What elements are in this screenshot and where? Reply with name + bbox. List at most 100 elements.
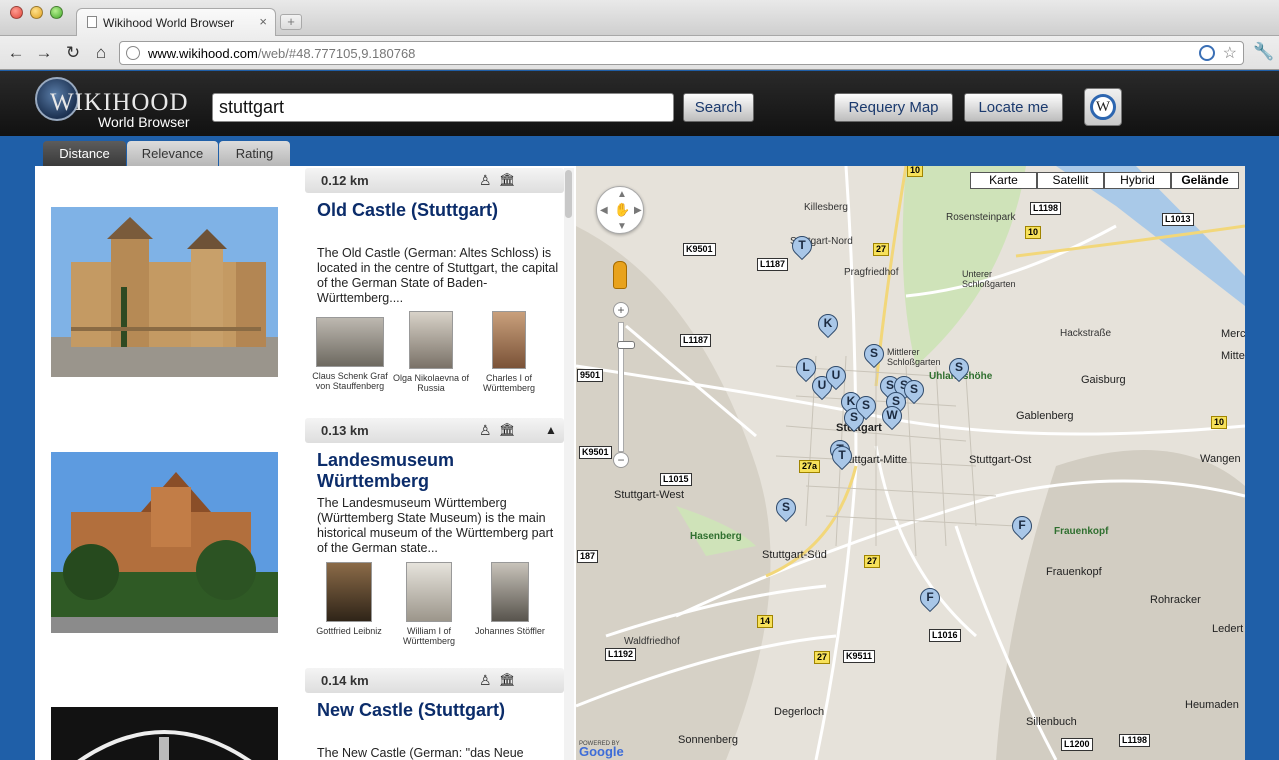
- minimize-window-icon[interactable]: [30, 6, 43, 19]
- pan-left-icon[interactable]: ◀: [600, 205, 608, 216]
- locate-me-button[interactable]: Locate me: [964, 93, 1063, 122]
- requery-map-button[interactable]: Requery Map: [834, 93, 953, 122]
- result-thumbnail[interactable]: [51, 452, 278, 633]
- map-marker[interactable]: F: [1007, 511, 1037, 542]
- google-logo[interactable]: Google: [579, 744, 624, 759]
- related-person[interactable]: Gottfried Leibniz: [309, 562, 389, 636]
- pan-right-icon[interactable]: ▶: [634, 205, 642, 216]
- related-person[interactable]: William I of Württemberg: [389, 562, 469, 646]
- person-icon[interactable]: ♙: [479, 172, 492, 189]
- map-label: Hackstraße: [1060, 328, 1112, 339]
- tab-rating[interactable]: Rating: [219, 141, 290, 166]
- road-shield: 10: [1025, 226, 1042, 239]
- home-icon[interactable]: ⌂: [90, 42, 112, 64]
- related-person[interactable]: Charles I of Württemberg: [469, 311, 549, 393]
- mountain-icon[interactable]: ▲: [545, 423, 557, 437]
- logo-subtitle: World Browser: [98, 114, 190, 130]
- zoom-thumb[interactable]: [617, 341, 635, 349]
- related-person[interactable]: Claus Schenk Graf von Stauffenberg: [310, 317, 390, 391]
- reload-icon[interactable]: ↻: [62, 42, 84, 64]
- tab-distance[interactable]: Distance: [43, 141, 126, 166]
- address-bar[interactable]: www.wikihood.com/web/#48.777105,9.180768…: [119, 41, 1244, 65]
- distance-bar: 0.13 km ♙ 🏛 ▲: [305, 418, 564, 443]
- museum-icon[interactable]: 🏛: [499, 422, 516, 438]
- map-marker[interactable]: U: [821, 361, 851, 392]
- person-photo: [326, 562, 372, 622]
- map-marker[interactable]: W: [877, 401, 907, 432]
- map-marker[interactable]: S: [944, 353, 974, 384]
- street-view-pegman-icon[interactable]: [613, 261, 627, 289]
- zoom-out-button[interactable]: −: [613, 452, 629, 468]
- search-button[interactable]: Search: [683, 93, 754, 122]
- map-marker[interactable]: F: [915, 583, 945, 614]
- map-marker[interactable]: K: [813, 309, 843, 340]
- map-marker[interactable]: T: [787, 231, 817, 262]
- results-scrollbar[interactable]: [564, 168, 574, 760]
- map-marker[interactable]: S: [859, 339, 889, 370]
- result-item[interactable]: 0.12 km ♙ 🏛 Old Castle (Stuttgart) The O…: [35, 166, 565, 416]
- tab-close-icon[interactable]: ×: [259, 14, 267, 29]
- map-marker[interactable]: T: [827, 441, 857, 472]
- url-text[interactable]: www.wikihood.com/web/#48.777105,9.180768: [148, 46, 415, 61]
- map-label: Sonnenberg: [678, 734, 738, 746]
- close-window-icon[interactable]: [10, 6, 23, 19]
- museum-icon[interactable]: 🏛: [499, 672, 516, 688]
- road-shield: L1016: [929, 629, 961, 642]
- result-title[interactable]: Landesmuseum Württemberg: [317, 450, 517, 492]
- zoom-slider[interactable]: [617, 322, 635, 452]
- zoom-in-button[interactable]: +: [613, 302, 629, 318]
- back-icon[interactable]: ←: [5, 42, 27, 64]
- person-name: Johannes Stöffler: [475, 626, 545, 636]
- map-label: Killesberg: [804, 202, 848, 213]
- map-label: Stuttgart-Süd: [762, 549, 827, 561]
- globe-icon: [126, 46, 140, 60]
- road-shield: 10: [907, 166, 924, 177]
- road-shield: 27: [873, 243, 890, 256]
- map-marker[interactable]: S: [771, 493, 801, 524]
- zoom-control: + −: [613, 302, 635, 472]
- road-shield: 187: [577, 550, 599, 563]
- museum-icon[interactable]: 🏛: [499, 172, 516, 188]
- result-title[interactable]: Old Castle (Stuttgart): [317, 200, 557, 221]
- map-label: Merc: [1221, 328, 1245, 340]
- new-castle-photo: [51, 707, 278, 760]
- map[interactable]: Killesberg Rosensteinpark Stuttgart-Nord…: [576, 166, 1245, 760]
- map-marker[interactable]: S: [899, 375, 929, 406]
- wrench-icon[interactable]: 🔧: [1253, 42, 1274, 62]
- person-photo: [409, 311, 453, 369]
- tab-relevance[interactable]: Relevance: [127, 141, 218, 166]
- road-shield: L1013: [1162, 213, 1194, 226]
- wikipedia-button[interactable]: W: [1084, 88, 1122, 126]
- result-thumbnail[interactable]: [51, 207, 278, 377]
- result-thumbnail[interactable]: [51, 707, 278, 760]
- result-title[interactable]: New Castle (Stuttgart): [317, 700, 557, 721]
- pan-down-icon[interactable]: ▼: [617, 221, 627, 232]
- extension-icon[interactable]: [1199, 45, 1215, 61]
- search-input[interactable]: [212, 93, 674, 122]
- map-label: Rohracker: [1150, 594, 1201, 606]
- map-type-satellit[interactable]: Satellit: [1037, 172, 1104, 189]
- new-tab-button[interactable]: +: [280, 14, 302, 30]
- map-type-karte[interactable]: Karte: [970, 172, 1037, 189]
- zoom-window-icon[interactable]: [50, 6, 63, 19]
- map-marker[interactable]: S: [851, 391, 881, 422]
- related-person[interactable]: Olga Nikolaevna of Russia: [391, 311, 471, 393]
- person-icon[interactable]: ♙: [479, 422, 492, 439]
- pan-control[interactable]: ▲ ◀ ▶ ▼ ✋: [596, 186, 644, 234]
- road-shield: L1200: [1061, 738, 1093, 751]
- scroll-thumb[interactable]: [565, 170, 572, 218]
- pan-up-icon[interactable]: ▲: [617, 189, 627, 200]
- map-label: Unterer Schloßgarten: [962, 269, 1016, 289]
- result-item[interactable]: 0.13 km ♙ 🏛 ▲ Landesmuseum Württemberg T…: [35, 416, 565, 666]
- person-photo: [406, 562, 452, 622]
- result-description: The Landesmuseum Württemberg (Württember…: [317, 496, 554, 555]
- map-type-gelande[interactable]: Gelände: [1171, 172, 1239, 189]
- map-type-hybrid[interactable]: Hybrid: [1104, 172, 1171, 189]
- forward-icon[interactable]: →: [33, 42, 55, 64]
- related-person[interactable]: Johannes Stöffler: [470, 562, 550, 636]
- browser-tab[interactable]: Wikihood World Browser ×: [76, 8, 276, 36]
- result-item[interactable]: 0.14 km ♙ 🏛 New Castle (Stuttgart) The N…: [35, 666, 565, 760]
- star-icon[interactable]: ☆: [1223, 43, 1237, 63]
- map-label: Gaisburg: [1081, 374, 1126, 386]
- person-icon[interactable]: ♙: [479, 672, 492, 689]
